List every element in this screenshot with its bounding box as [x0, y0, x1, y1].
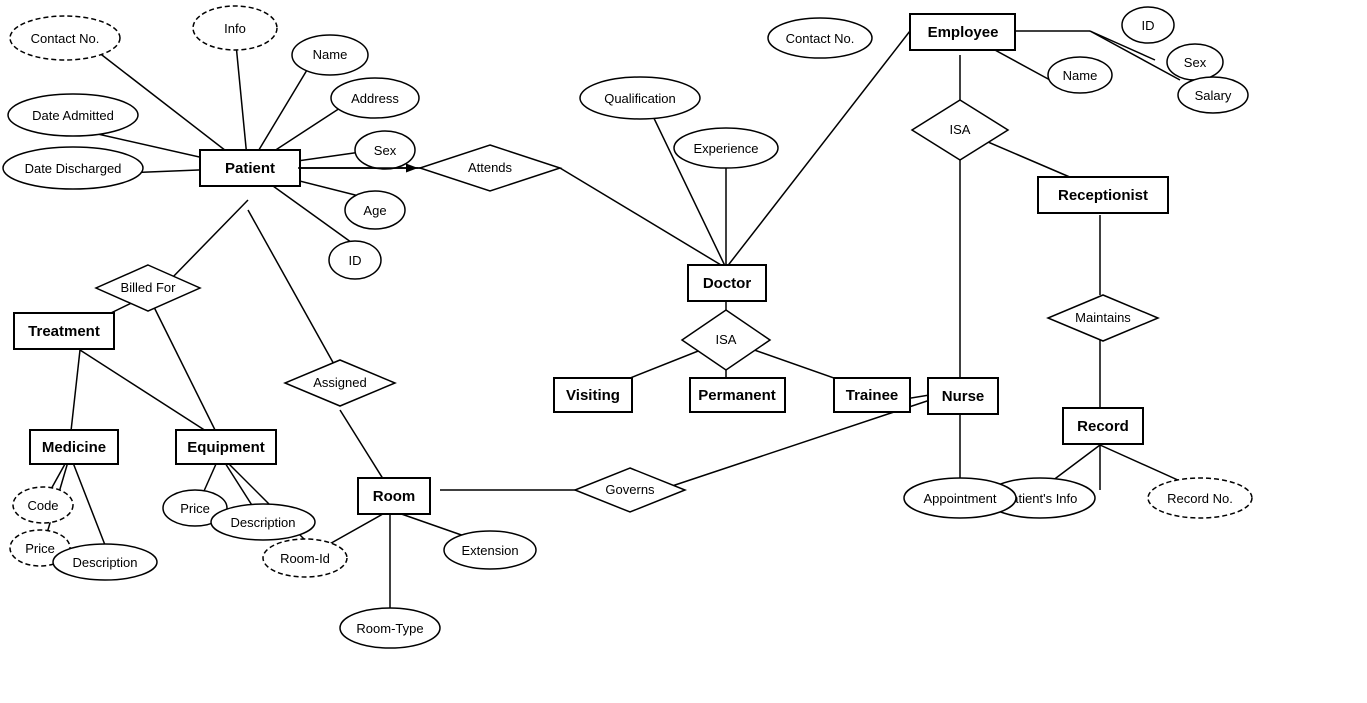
er-diagram: Patient Employee Doctor Receptionist Nur… [0, 0, 1367, 703]
visiting-label: Visiting [566, 387, 620, 404]
assigned-label: Assigned [313, 375, 366, 390]
employee-label: Employee [928, 24, 999, 41]
receptionist-label: Receptionist [1058, 187, 1148, 204]
equipment-label: Equipment [187, 439, 265, 456]
price-medicine-label: Price [25, 541, 55, 556]
patient-label: Patient [225, 160, 275, 177]
record-no-label: Record No. [1167, 491, 1233, 506]
appointment-label: Appointment [924, 491, 997, 506]
id-employee-label: ID [1142, 18, 1155, 33]
name-patient-label: Name [313, 47, 348, 62]
permanent-label: Permanent [698, 387, 776, 404]
name-employee-label: Name [1063, 68, 1098, 83]
contact-no-employee-label: Contact No. [786, 31, 855, 46]
maintains-label: Maintains [1075, 310, 1131, 325]
qualification-label: Qualification [604, 91, 676, 106]
date-admitted-label: Date Admitted [32, 108, 114, 123]
info-label: Info [224, 21, 246, 36]
billed-for-label: Billed For [121, 280, 177, 295]
room-label: Room [373, 488, 416, 505]
description-equipment-label: Description [230, 515, 295, 530]
er-diagram-svg: Patient Employee Doctor Receptionist Nur… [0, 0, 1367, 703]
isa-doctor-label: ISA [716, 332, 737, 347]
medicine-label: Medicine [42, 439, 106, 456]
age-label: Age [363, 203, 386, 218]
sex-patient-label: Sex [374, 143, 397, 158]
experience-label: Experience [693, 141, 758, 156]
treatment-label: Treatment [28, 323, 100, 340]
code-label: Code [27, 498, 58, 513]
record-label: Record [1077, 418, 1129, 435]
contact-no-patient-label: Contact No. [31, 31, 100, 46]
room-id-label: Room-Id [280, 551, 330, 566]
doctor-label: Doctor [703, 275, 751, 292]
price-equipment-label: Price [180, 501, 210, 516]
room-type-label: Room-Type [356, 621, 423, 636]
extension-label: Extension [461, 543, 518, 558]
trainee-label: Trainee [846, 387, 899, 404]
salary-label: Salary [1195, 88, 1232, 103]
attends-label: Attends [468, 160, 513, 175]
date-discharged-label: Date Discharged [25, 161, 122, 176]
sex-employee-label: Sex [1184, 55, 1207, 70]
id-patient-label: ID [349, 253, 362, 268]
description-medicine-label: Description [72, 555, 137, 570]
governs-label: Governs [605, 482, 655, 497]
address-label: Address [351, 91, 399, 106]
isa-employee-label: ISA [950, 122, 971, 137]
nurse-label: Nurse [942, 388, 985, 405]
